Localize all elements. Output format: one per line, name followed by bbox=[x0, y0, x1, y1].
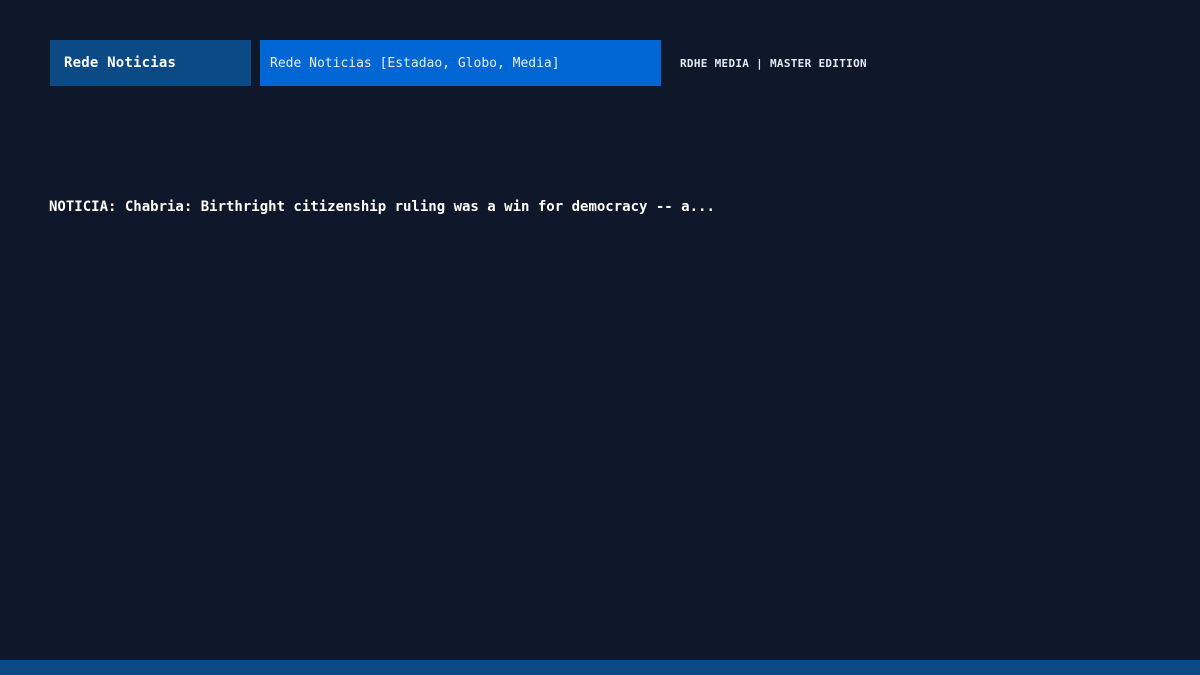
bottom-bar bbox=[0, 660, 1200, 675]
news-app: Rede Noticias Rede Noticias [Estadao, Gl… bbox=[0, 0, 1200, 675]
channel-button[interactable]: Rede Noticias bbox=[50, 40, 251, 86]
news-headline[interactable]: NOTICIA: Chabria: Birthright citizenship… bbox=[49, 199, 715, 215]
top-bar: Rede Noticias Rede Noticias [Estadao, Gl… bbox=[50, 40, 867, 86]
sources-selector[interactable]: Rede Noticias [Estadao, Globo, Media] bbox=[260, 40, 661, 86]
brand-label: RDHE MEDIA | MASTER EDITION bbox=[680, 56, 867, 70]
